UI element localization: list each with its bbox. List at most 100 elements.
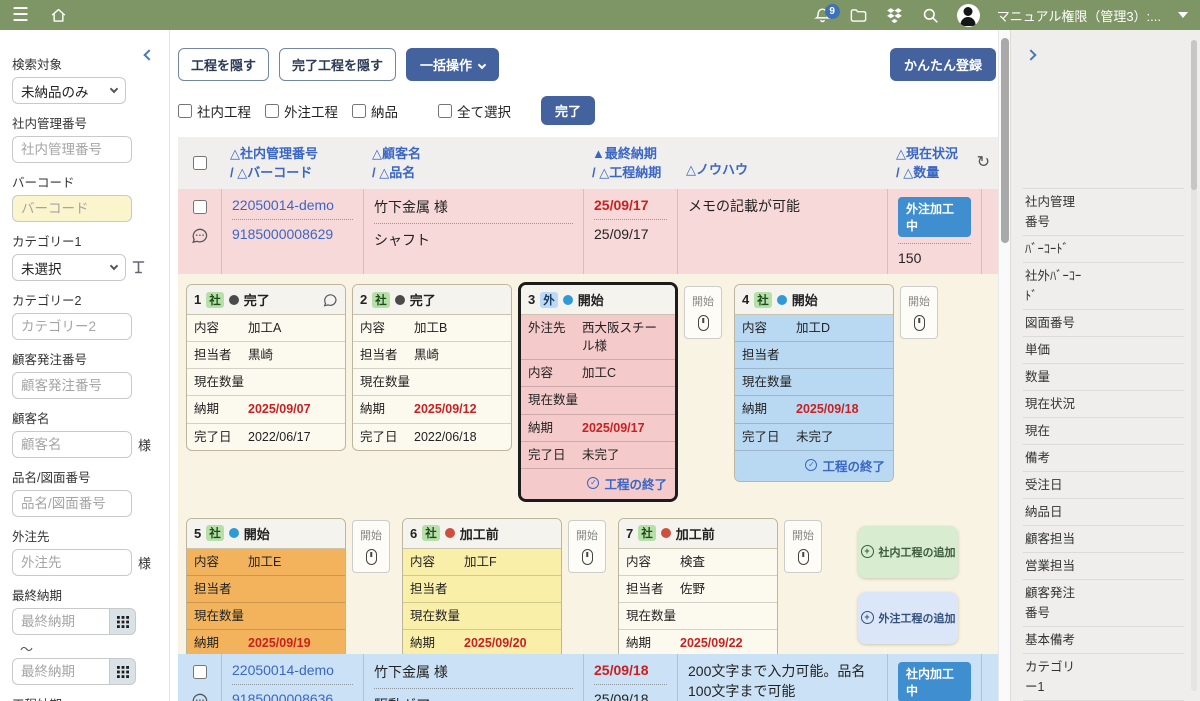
category2-label: カテゴリー2 (12, 290, 161, 309)
scrollbar-thumb[interactable] (1001, 38, 1009, 243)
start-process-tab[interactable]: 開始 (684, 286, 722, 339)
clear-filter-icon[interactable] (132, 260, 145, 275)
add-internal-process-button[interactable]: +社内工程の追加 (858, 526, 958, 578)
product-name-input[interactable] (12, 490, 132, 517)
main-scrollbar[interactable] (998, 30, 1010, 701)
process-card-3-selected[interactable]: 3外開始 外注先西大阪スチール様 内容加工C 現在数量 納期2025/09/17… (518, 282, 678, 502)
status-dot (777, 295, 787, 305)
plus-circle-icon: + (861, 545, 874, 558)
barcode-input[interactable] (12, 195, 132, 222)
detail-field: 受注日 (1023, 472, 1184, 499)
col-customer[interactable]: △顧客名/ △品名 (364, 138, 584, 189)
customer-order-input[interactable] (12, 372, 132, 399)
start-process-tab[interactable]: 開始 (568, 520, 606, 573)
customer-name: 竹下金属 様 (374, 199, 448, 215)
user-menu-caret-icon[interactable] (1178, 12, 1188, 18)
grid-icon (117, 616, 129, 628)
select-all-rows-checkbox[interactable] (193, 156, 207, 170)
row-checkbox[interactable] (193, 665, 207, 679)
status-dot (229, 295, 239, 305)
start-process-tab[interactable]: 開始 (784, 520, 822, 573)
internal-id-input[interactable] (12, 136, 132, 163)
end-process-link[interactable]: ✓工程の終了 (521, 469, 675, 499)
barcode-link[interactable]: 9185000008636 (232, 691, 333, 701)
collapse-sidebar-button[interactable] (145, 46, 153, 64)
search-target-select[interactable]: 未納品のみ (12, 77, 126, 104)
status-badge: 社内加工中 (898, 662, 971, 701)
end-process-link[interactable]: ✓工程の終了 (735, 451, 893, 481)
col-knowhow[interactable]: △ノウハウ (678, 140, 888, 186)
start-process-tab[interactable]: 開始 (352, 520, 390, 573)
honorific-suffix: 様 (138, 553, 151, 572)
folder-icon[interactable] (849, 6, 868, 25)
hamburger-menu-icon[interactable]: ☰ (12, 6, 29, 25)
process-card-4[interactable]: 4社開始 内容加工D 担当者 現在数量 納期2025/09/18 完了日未完了 … (734, 284, 894, 482)
checkbox-external-process-input[interactable] (265, 104, 279, 118)
customer-name-input[interactable] (12, 431, 132, 458)
col-internal-id[interactable]: △社内管理番号/ △バーコード (222, 138, 364, 189)
final-due-from-input[interactable] (12, 608, 110, 635)
user-role-title: マニュアル権限（管理3）:... (997, 6, 1161, 25)
order-id-link[interactable]: 22050014-demo (232, 197, 334, 213)
notification-badge: 9 (825, 4, 840, 19)
refresh-icon[interactable]: ↻ (969, 145, 998, 181)
checkbox-external-process[interactable]: 外注工程 (265, 101, 338, 121)
detail-field: 顧客担当 (1023, 526, 1184, 553)
add-external-process-button[interactable]: +外注工程の追加 (858, 592, 958, 644)
comment-bubble-icon[interactable] (322, 292, 338, 308)
detail-field: 営業担当 (1023, 553, 1184, 580)
home-icon[interactable] (49, 6, 68, 25)
product-name: シャフト (374, 232, 430, 248)
mouse-icon (914, 315, 925, 331)
customer-name: 竹下金属 様 (374, 664, 448, 680)
dropbox-icon[interactable] (885, 6, 904, 25)
bulk-action-button[interactable]: 一括操作 (406, 48, 499, 81)
status-dot (229, 528, 239, 538)
process-card-2[interactable]: 2社完了 内容加工B 担当者黒崎 現在数量 納期2025/09/12 完了日20… (352, 284, 512, 451)
vendor-input[interactable] (12, 549, 132, 576)
topbar: ☰ 9 マニュアル権限（管理3）:... (0, 0, 1200, 30)
quick-register-button[interactable]: かんたん登録 (890, 48, 996, 81)
hide-steps-button[interactable]: 工程を隠す (178, 48, 269, 81)
process-card-1[interactable]: 1社完了 内容加工A 担当者黒崎 現在数量 納期2025/09/07 完了日20… (186, 284, 346, 451)
detail-field: 図面番号 (1023, 310, 1184, 337)
panel-scrollbar-thumb[interactable] (1191, 40, 1197, 190)
final-due-label: 最終納期 (12, 585, 161, 604)
category2-input[interactable] (12, 313, 132, 340)
knowhow-memo: メモの記載が可能 (678, 189, 888, 274)
checkbox-delivery-input[interactable] (352, 104, 366, 118)
avatar[interactable] (957, 4, 980, 27)
detail-field: 現在状況 (1023, 391, 1184, 418)
comment-bubble-icon[interactable] (190, 691, 209, 701)
circle-check-icon: ✓ (587, 477, 599, 489)
chevron-down-icon (478, 60, 486, 68)
checkbox-select-all-input[interactable] (438, 104, 452, 118)
status-dot (563, 295, 573, 305)
checkbox-select-all[interactable]: 全て選択 (438, 101, 511, 121)
complete-button[interactable]: 完了 (541, 96, 595, 125)
barcode-label: バーコード (12, 172, 161, 191)
hide-completed-steps-button[interactable]: 完了工程を隠す (279, 48, 396, 81)
category1-select[interactable]: 未選択 (12, 254, 126, 281)
notifications-button[interactable]: 9 (813, 6, 832, 25)
table-row[interactable]: 22050014-demo9185000008636 竹下金属 様駆動ギア 25… (178, 654, 998, 701)
checkbox-delivery[interactable]: 納品 (352, 101, 398, 121)
barcode-link[interactable]: 9185000008629 (232, 226, 333, 242)
final-due-to-input[interactable] (12, 658, 110, 685)
start-process-tab[interactable]: 開始 (900, 286, 938, 339)
detail-field: 納品日 (1023, 499, 1184, 526)
internal-id-label: 社内管理番号 (12, 113, 161, 132)
col-due[interactable]: ▲最終納期/ △工程納期 (584, 138, 678, 189)
internal-chip: 社 (206, 525, 224, 541)
comment-bubble-icon[interactable] (190, 226, 209, 245)
order-id-link[interactable]: 22050014-demo (232, 662, 334, 678)
checkbox-internal-process-input[interactable] (178, 104, 192, 118)
expand-panel-button[interactable] (1027, 46, 1035, 64)
calendar-button[interactable] (110, 658, 136, 685)
search-icon[interactable] (921, 6, 940, 25)
process-due-label: 工程納期 (12, 694, 161, 701)
row-checkbox[interactable] (193, 200, 207, 214)
calendar-button[interactable] (110, 608, 136, 635)
table-row[interactable]: 22050014-demo9185000008629 竹下金属 様シャフト 25… (178, 189, 998, 274)
checkbox-internal-process[interactable]: 社内工程 (178, 101, 251, 121)
